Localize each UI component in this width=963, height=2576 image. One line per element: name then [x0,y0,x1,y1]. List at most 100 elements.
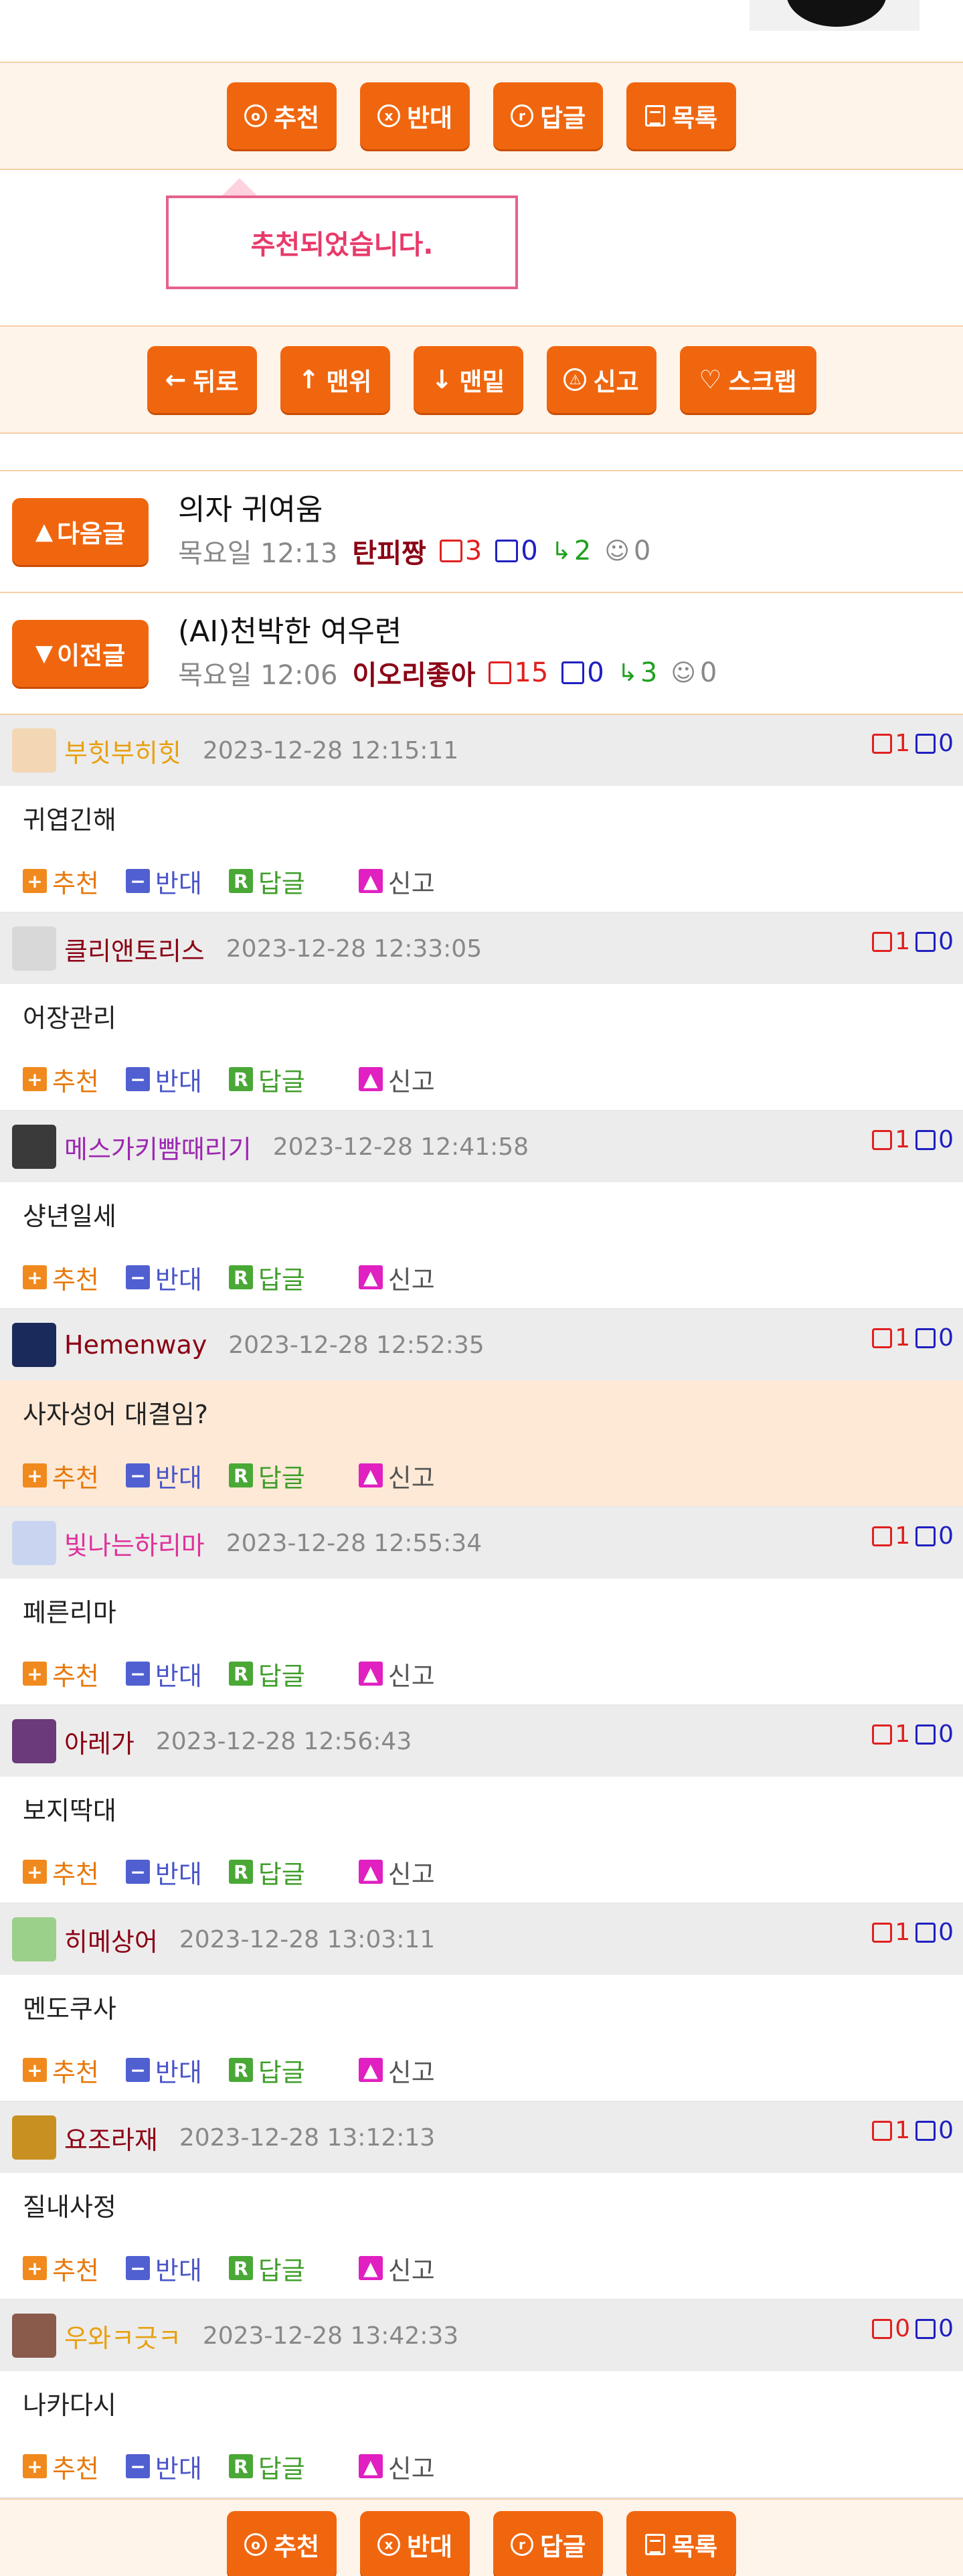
oppose-icon: x [377,104,400,127]
next-post-title[interactable]: 의자 귀여움 [178,493,650,528]
siren-icon: ▲ [358,1067,383,1091]
comment-reply-button[interactable]: R 답글 [228,1457,305,1494]
comment-oppose-button[interactable]: − 반대 [125,2448,202,2485]
avatar[interactable] [12,1323,56,1367]
comment-recommend-button[interactable]: + 추천 [23,2052,99,2089]
comment-report-button[interactable]: ▲ 신고 [358,1656,435,1692]
post-author[interactable]: 이오리좋아 [352,653,475,692]
comment-nickname[interactable]: 메스가키빰때리기 [64,1129,252,1165]
prev-post-button[interactable]: ▼ 이전글 [12,620,149,687]
comment-downvotes: 0 [915,1126,954,1153]
comment-oppose-button[interactable]: − 반대 [125,1656,202,1692]
list-button[interactable]: 목록 [626,2511,736,2576]
prev-post[interactable]: ▼ 이전글 (AI)천박한 여우련 목요일 12:06 이오리좋아 15 0 ↳ 3… [0,593,963,715]
recommend-button[interactable]: o 추천 [227,2511,337,2576]
comment-report-button[interactable]: ▲ 신고 [358,1061,435,1098]
main-button-bar: o 추천 x 반대 r 답글 목록 [0,62,963,170]
post-time: 목요일 12:13 [178,538,338,570]
comment-text: 샹년일세 [23,1202,116,1231]
minus-icon: − [125,1662,150,1686]
avatar[interactable] [12,2115,56,2160]
comment-nickname[interactable]: 부힛부히힛 [64,732,181,769]
avatar[interactable] [12,2314,56,2358]
comment-nickname[interactable]: 우와ㅋ긋ㅋ [64,2318,181,2354]
avatar[interactable] [12,1917,56,1961]
thumbs-up-icon [872,1724,893,1745]
comment-nickname[interactable]: 빛나는하리마 [64,1525,205,1562]
next-post-button[interactable]: ▲ 다음글 [12,498,149,565]
comment-reply-button[interactable]: R 답글 [228,863,305,900]
bottom-button[interactable]: ↓ 맨밑 [413,346,523,413]
comment-nickname[interactable]: Hemenway [64,1330,207,1360]
comment-oppose-button[interactable]: − 반대 [125,1061,202,1098]
comment-recommend-button[interactable]: + 추천 [23,1457,99,1494]
minus-icon: − [125,1265,150,1289]
thumbs-up-icon [872,1922,893,1943]
back-button[interactable]: ← 뒤로 [147,346,257,413]
comment-oppose-button[interactable]: − 반대 [125,2052,202,2089]
comment-oppose-button[interactable]: − 반대 [125,1854,202,1890]
comment-recommend-button[interactable]: + 추천 [23,1854,99,1890]
oppose-button[interactable]: x 반대 [360,2511,470,2576]
comment-recommend-button[interactable]: + 추천 [23,1259,99,1296]
comment-upvotes: 1 [872,1720,910,1748]
comment-report-button[interactable]: ▲ 신고 [358,1854,435,1890]
comment-reply-button[interactable]: R 답글 [228,1061,305,1098]
comment-reply-button[interactable]: R 답글 [228,2448,305,2485]
comment-upvotes: 1 [872,1324,910,1352]
comment-oppose-button[interactable]: − 반대 [125,1457,202,1494]
comment-reply-button[interactable]: R 답글 [228,1259,305,1296]
comment-reply-button[interactable]: R 답글 [228,1656,305,1692]
comment-report-button[interactable]: ▲ 신고 [358,1457,435,1494]
report-button[interactable]: ⚠ 신고 [546,346,656,413]
comment-oppose-button[interactable]: − 반대 [125,2250,202,2287]
post-author[interactable]: 탄피짱 [352,532,426,570]
oppose-button[interactable]: x 반대 [360,82,470,149]
comment-report-button[interactable]: ▲ 신고 [358,863,435,900]
comment-recommend-button[interactable]: + 추천 [23,1656,99,1692]
reply-button[interactable]: r 답글 [493,2511,603,2576]
reply-button[interactable]: r 답글 [493,82,603,149]
avatar[interactable] [12,927,56,971]
plus-icon: + [23,1463,47,1487]
avatar[interactable] [12,728,56,773]
comment-recommend-button[interactable]: + 추천 [23,863,99,900]
comment-votes: 10 [872,1919,954,1946]
view-count: ☺ 0 [604,536,651,567]
scrap-button[interactable]: ♡ 스크랩 [679,346,816,413]
comment-nickname[interactable]: 요조라재 [64,2119,158,2156]
avatar[interactable] [12,1125,56,1169]
comment-reply-button[interactable]: R 답글 [228,2052,305,2089]
divider [0,434,963,471]
comment-nickname[interactable]: 아레가 [64,1723,135,1760]
avatar[interactable] [12,1719,56,1763]
comment-recommend-button[interactable]: + 추천 [23,2448,99,2485]
comment-reply-button[interactable]: R 답글 [228,2250,305,2287]
reply-count: ↳ 3 [617,657,658,689]
comment-recommend-button[interactable]: + 추천 [23,2250,99,2287]
prev-post-title[interactable]: (AI)천박한 여우련 [178,615,717,650]
list-button[interactable]: 목록 [626,82,736,149]
comment-report-button[interactable]: ▲ 신고 [358,2052,435,2089]
comment-actions: + 추천 − 반대 R 답글 ▲ 신고 [0,1643,963,1704]
comment-oppose-button[interactable]: − 반대 [125,863,202,900]
next-post[interactable]: ▲ 다음글 의자 귀여움 목요일 12:13 탄피짱 3 0 ↳ 2 ☺ 0 [0,471,963,593]
thumbs-down-icon [561,661,585,685]
recommend-button[interactable]: o 추천 [227,82,337,149]
thumbs-down-icon [915,1129,936,1150]
avatar[interactable] [12,1521,56,1565]
comment-oppose-button[interactable]: − 반대 [125,1259,202,1296]
comment-report-button[interactable]: ▲ 신고 [358,2250,435,2287]
report-icon: ⚠ [563,368,587,391]
reply-r-icon: R [228,2454,253,2478]
comment-report-button[interactable]: ▲ 신고 [358,1259,435,1296]
comment-report-button[interactable]: ▲ 신고 [358,2448,435,2485]
top-button[interactable]: ↑ 맨위 [280,346,390,413]
comment-item: 빛나는하리마 2023-12-28 12:55:34 1 0 페른리마 + 추천 − 반대 R 답글… [0,1508,963,1706]
comment-recommend-button[interactable]: + 추천 [23,1061,99,1098]
comment-upvotes: 1 [872,1522,910,1550]
comment-nickname[interactable]: 클리앤토리스 [64,931,205,967]
comment-nickname[interactable]: 히메상어 [64,1921,158,1958]
next-post-meta: 목요일 12:13 탄피짱 3 0 ↳ 2 ☺ 0 [178,532,650,570]
comment-reply-button[interactable]: R 답글 [228,1854,305,1890]
